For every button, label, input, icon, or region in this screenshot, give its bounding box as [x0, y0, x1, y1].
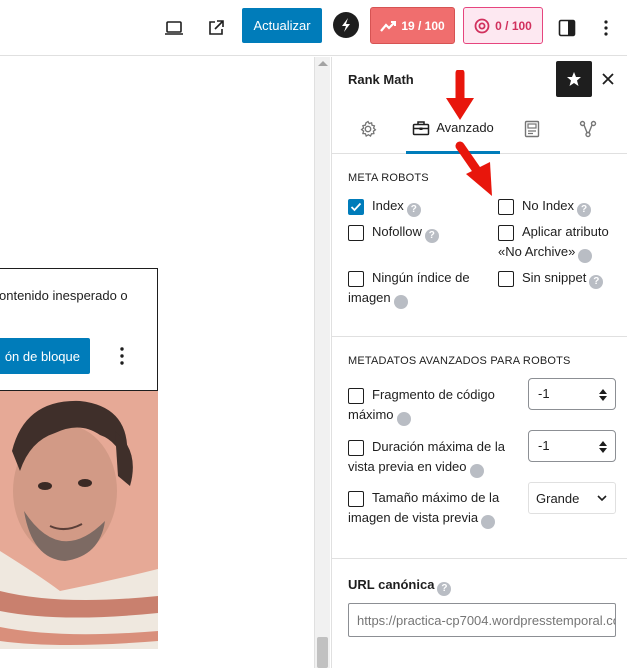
max-snippet-option: Fragmento de código máximo?: [348, 385, 518, 426]
editor-canvas: ontenido inesperado o ón de bloque: [0, 57, 314, 668]
editor-scrollbar[interactable]: [314, 57, 330, 668]
help-icon[interactable]: ?: [469, 464, 500, 478]
help-icon[interactable]: ?: [437, 582, 452, 596]
noindex-option: No Index?: [522, 196, 592, 217]
sidebar-toggle-icon[interactable]: [551, 12, 583, 44]
close-sidebar-button[interactable]: [596, 67, 620, 91]
noindex-label: No Index: [522, 198, 575, 213]
content-ai-score-badge[interactable]: 0 / 100: [463, 7, 543, 44]
tab-social[interactable]: [572, 104, 604, 154]
max-video-preview-option: Duración máxima de la vista previa en vi…: [348, 437, 518, 478]
noarchive-option: Aplicar atributo «No Archive»?: [498, 222, 622, 263]
laptop-icon[interactable]: [158, 12, 190, 44]
checkmark-icon: [350, 202, 362, 212]
star-icon: [567, 72, 581, 86]
content-ai-icon: [474, 18, 490, 33]
max-video-preview-value: -1: [538, 438, 550, 453]
max-image-preview-option: Tamaño máximo de la imagen de vista prev…: [348, 488, 518, 529]
help-icon[interactable]: ?: [424, 229, 439, 243]
noimageindex-option: Ningún índice de imagen?: [348, 268, 484, 309]
meta-robots-title: META ROBOTS: [348, 172, 429, 184]
pin-star-button[interactable]: [556, 61, 592, 97]
seo-score-badge[interactable]: 19 / 100: [370, 7, 455, 44]
share-icon: [579, 120, 597, 138]
nofollow-label: Nofollow: [372, 224, 422, 239]
nosnippet-checkbox[interactable]: [498, 271, 514, 287]
help-icon[interactable]: ?: [589, 275, 604, 289]
spinner-icon[interactable]: [599, 388, 607, 402]
help-icon[interactable]: ?: [481, 515, 511, 529]
canonical-url-heading: URL canónica?: [348, 575, 452, 596]
nosnippet-option: Sin snippet?: [522, 268, 604, 289]
scrollbar-thumb[interactable]: [317, 637, 328, 668]
gear-icon: [360, 120, 377, 137]
block-more-icon[interactable]: [113, 345, 131, 367]
block-recovery-button[interactable]: ón de bloque: [0, 338, 90, 374]
nofollow-option: Nofollow?: [372, 222, 439, 243]
seo-score-value: 19 / 100: [401, 18, 445, 33]
annotation-arrow-down-icon: [446, 70, 474, 120]
noarchive-label: Aplicar atributo «No Archive»: [498, 224, 609, 259]
help-icon[interactable]: ?: [578, 249, 608, 263]
index-checkbox[interactable]: [348, 199, 364, 215]
more-vertical-icon[interactable]: [590, 12, 622, 44]
canonical-url-input[interactable]: https://practica-cp7004.wordpresstempora…: [348, 603, 616, 637]
max-video-preview-input[interactable]: -1: [528, 430, 616, 462]
block-warning-text: ontenido inesperado o: [0, 288, 128, 303]
close-icon: [602, 73, 614, 85]
nofollow-checkbox[interactable]: [348, 225, 364, 241]
advanced-robots-title: METADATOS AVANZADOS PARA ROBOTS: [348, 355, 571, 367]
seo-score-icon: [380, 20, 397, 32]
max-image-preview-select[interactable]: Grande: [528, 482, 616, 514]
tab-settings[interactable]: [352, 104, 384, 154]
scroll-up-arrow-icon[interactable]: [318, 61, 328, 66]
help-icon[interactable]: ?: [577, 203, 592, 217]
help-icon[interactable]: ?: [406, 203, 421, 217]
editor-toolbar: Actualizar 19 / 100 0 / 100: [0, 0, 627, 56]
max-snippet-value: -1: [538, 386, 550, 401]
help-icon[interactable]: ?: [396, 412, 427, 426]
update-button[interactable]: Actualizar: [242, 8, 322, 43]
tab-advanced-label: Avanzado: [436, 120, 494, 135]
author-photo: [0, 391, 158, 649]
index-label: Index: [372, 198, 404, 213]
schema-icon: [524, 120, 540, 138]
help-icon[interactable]: ?: [393, 295, 424, 309]
sidebar-title: Rank Math: [348, 72, 414, 87]
sidebar-header: Rank Math: [332, 57, 627, 104]
spinner-icon[interactable]: [599, 440, 607, 454]
toolbox-icon: [412, 120, 430, 135]
max-snippet-input[interactable]: -1: [528, 378, 616, 410]
tab-schema[interactable]: [516, 104, 548, 154]
noimageindex-label: Ningún índice de imagen: [348, 270, 470, 305]
canonical-url-title: URL canónica: [348, 577, 435, 592]
external-link-icon[interactable]: [200, 12, 232, 44]
noindex-checkbox[interactable]: [498, 199, 514, 215]
max-image-preview-label: Tamaño máximo de la imagen de vista prev…: [348, 490, 500, 525]
index-option: Index?: [372, 196, 421, 217]
chevron-down-icon: [597, 495, 607, 502]
block-warning-popup: ontenido inesperado o ón de bloque: [0, 268, 158, 391]
rank-math-logo-icon[interactable]: [333, 12, 359, 38]
annotation-arrow-diagonal-icon: [455, 141, 492, 196]
advanced-robots-section: METADATOS AVANZADOS PARA ROBOTS Fragment…: [332, 337, 627, 559]
nosnippet-label: Sin snippet: [522, 270, 587, 285]
content-ai-score-value: 0 / 100: [495, 18, 532, 33]
max-image-preview-value: Grande: [536, 491, 580, 506]
